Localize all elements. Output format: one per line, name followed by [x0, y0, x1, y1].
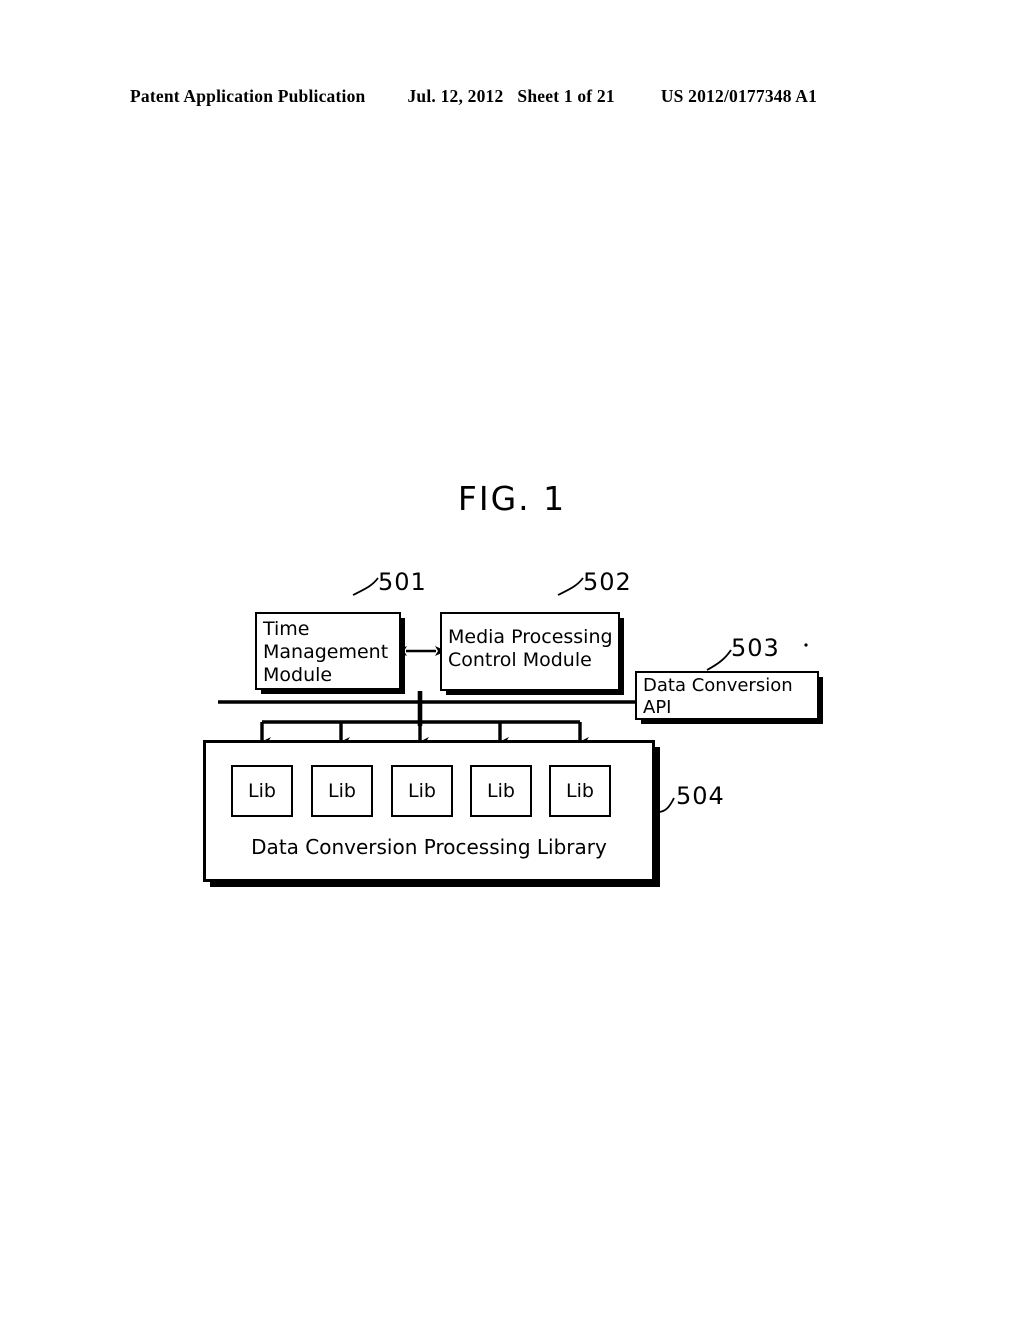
library-caption-label: Data Conversion Processing Library — [251, 835, 607, 859]
lib-block-label: Lib — [328, 780, 356, 802]
box-data-conversion-api: Data Conversion API — [635, 671, 819, 720]
lib-block: Lib — [391, 765, 453, 817]
box-data-conversion-api-label: Data Conversion API — [643, 675, 793, 718]
leader-line-501 — [352, 577, 379, 596]
stray-dot-mark — [804, 643, 808, 647]
lib-block-label: Lib — [248, 780, 276, 802]
lib-block-label: Lib — [487, 780, 515, 802]
box-time-management-module-label: Time Management Module — [263, 618, 389, 686]
leader-line-504 — [657, 797, 675, 813]
lib-block: Lib — [470, 765, 532, 817]
box-time-management-module: Time Management Module — [255, 612, 401, 690]
reference-numeral-502: 502 — [583, 568, 632, 596]
box-media-processing-control-module-label: Media Processing Control Module — [448, 626, 613, 671]
lib-block-label: Lib — [408, 780, 436, 802]
lib-block-label: Lib — [566, 780, 594, 802]
box-media-processing-control-module: Media Processing Control Module — [440, 612, 620, 691]
lib-block: Lib — [549, 765, 611, 817]
lib-block: Lib — [231, 765, 293, 817]
figure-diagram: Time Management Module Media Processing … — [0, 0, 1024, 1320]
reference-numeral-503: 503 — [731, 634, 780, 662]
reference-numeral-501: 501 — [378, 568, 427, 596]
leader-line-502 — [557, 577, 584, 596]
lib-block: Lib — [311, 765, 373, 817]
reference-numeral-504: 504 — [676, 782, 725, 810]
leader-line-503 — [706, 649, 732, 671]
